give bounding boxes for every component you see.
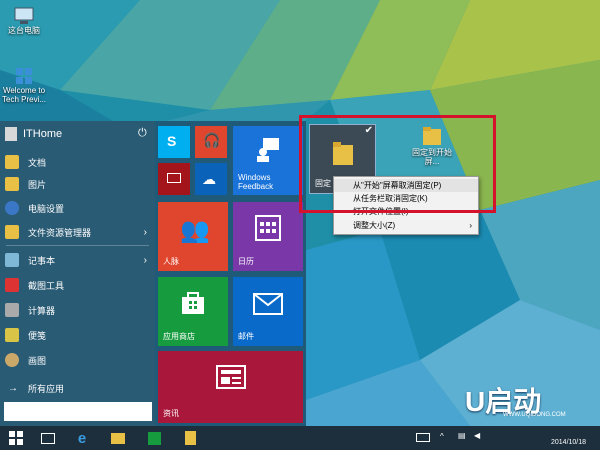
people-label: 人脉 — [163, 257, 179, 266]
arrow-right-icon: → — [8, 382, 18, 394]
welcome-label-line1: Welcome to — [2, 86, 46, 95]
folder-icon — [111, 432, 125, 444]
menu-item-label: 所有应用 — [28, 383, 65, 394]
snipping-tool-icon — [5, 278, 19, 292]
windows-logo-icon — [16, 68, 32, 84]
skype-icon: S — [167, 133, 177, 149]
taskbar: e ^ ▤ ◀ 2014/10/18 — [0, 426, 600, 450]
people-tile[interactable]: 👥 人脉 — [158, 202, 228, 271]
search-input[interactable] — [4, 402, 152, 421]
task-view-button[interactable] — [36, 426, 60, 450]
ie-icon: e — [77, 429, 87, 447]
start-menu-tiles: S 🎧 ☁ Windows Feedback 👥 人脉 日历 应用商店 邮件 资… — [155, 121, 306, 426]
volume-icon[interactable]: ◀ — [474, 431, 480, 440]
music-tile[interactable]: 🎧 — [195, 126, 227, 158]
menu-item-label: 截图工具 — [28, 280, 65, 291]
start-menu: ITHome ⏻ 文档 图片 电脑设置 文件资源管理器 › 记事本 › 截图工具 — [0, 121, 306, 426]
file-explorer-icon — [5, 225, 19, 239]
video-icon — [167, 173, 181, 183]
user-name: ITHome — [23, 128, 63, 140]
calculator-icon — [5, 303, 19, 317]
menu-item-label: 记事本 — [28, 255, 56, 266]
documents-icon — [5, 155, 19, 169]
cloud-icon: ☁ — [202, 171, 216, 187]
keyboard-icon[interactable] — [416, 433, 430, 442]
video-tile[interactable] — [158, 163, 190, 195]
chevron-right-icon[interactable]: › — [144, 227, 147, 238]
menu-item-pictures[interactable]: 图片 — [0, 173, 155, 195]
menu-item-label: 便笺 — [28, 330, 47, 341]
date-text[interactable]: 2014/10/18 — [551, 439, 586, 446]
network-icon[interactable]: ▤ — [458, 431, 466, 440]
menu-item-label: 图片 — [28, 179, 47, 190]
menu-item-documents[interactable]: 文档 — [0, 151, 155, 173]
store-label: 应用商店 — [163, 332, 195, 341]
start-button[interactable] — [0, 426, 32, 450]
file-explorer-button[interactable] — [106, 426, 130, 450]
start-menu-left-pane: ITHome ⏻ 文档 图片 电脑设置 文件资源管理器 › 记事本 › 截图工具 — [0, 121, 155, 426]
context-item-resize[interactable]: 调整大小(Z) › — [334, 219, 478, 232]
shopping-bag-icon — [182, 292, 204, 314]
welcome-desktop-icon[interactable]: Welcome to Tech Previ... — [2, 66, 46, 104]
folder-icon — [184, 431, 196, 445]
news-icon — [216, 365, 246, 389]
this-pc-label: 这台电脑 — [8, 26, 40, 35]
notepad-icon — [5, 253, 19, 267]
menu-item-notepad[interactable]: 记事本 › — [0, 249, 155, 271]
context-item-label: 调整大小(Z) — [353, 221, 396, 230]
chevron-up-icon[interactable]: ^ — [440, 432, 444, 441]
menu-item-paint[interactable]: 画图 — [0, 349, 155, 371]
paint-icon — [5, 353, 19, 367]
feedback-label: Windows Feedback — [238, 173, 274, 191]
menu-item-snipping-tool[interactable]: 截图工具 — [0, 274, 155, 296]
watermark-url: WWW.UQIDONG.COM — [503, 412, 566, 418]
windows-feedback-tile[interactable]: Windows Feedback — [233, 126, 303, 195]
chevron-right-icon[interactable]: › — [144, 255, 147, 266]
pinned-folder-button[interactable] — [178, 426, 202, 450]
internet-explorer-button[interactable]: e — [70, 426, 94, 450]
menu-item-calculator[interactable]: 计算器 — [0, 299, 155, 321]
calendar-tile[interactable]: 日历 — [233, 202, 303, 271]
divider — [6, 245, 149, 246]
menu-item-all-apps[interactable]: → 所有应用 — [0, 377, 155, 399]
store-tile[interactable]: 应用商店 — [158, 277, 228, 346]
mail-label: 邮件 — [238, 332, 254, 341]
chevron-right-icon: › — [469, 221, 472, 230]
feedback-icon — [257, 138, 279, 162]
avatar — [5, 127, 17, 141]
this-pc-desktop-icon[interactable]: 这台电脑 — [4, 6, 44, 35]
menu-item-label: 文档 — [28, 157, 47, 168]
watermark-logo: U启动 WWW.UQIDONG.COM — [455, 380, 600, 426]
people-icon: 👥 — [180, 217, 210, 244]
news-tile[interactable]: 资讯 — [158, 351, 303, 423]
onedrive-tile[interactable]: ☁ — [195, 163, 227, 195]
highlight-box — [299, 115, 496, 213]
mail-icon — [253, 293, 283, 315]
menu-item-label: 文件资源管理器 — [28, 227, 92, 238]
computer-icon — [14, 7, 34, 24]
calendar-label: 日历 — [238, 257, 254, 266]
power-icon[interactable]: ⏻ — [138, 127, 147, 140]
menu-item-label: 电脑设置 — [28, 203, 65, 214]
store-button[interactable] — [142, 426, 166, 450]
menu-item-file-explorer[interactable]: 文件资源管理器 › — [0, 221, 155, 243]
menu-item-label: 画图 — [28, 355, 47, 366]
task-view-icon — [41, 432, 55, 444]
menu-item-sticky-notes[interactable]: 便笺 — [0, 324, 155, 346]
skype-tile[interactable]: S — [158, 126, 190, 158]
store-icon — [147, 431, 161, 445]
mail-tile[interactable]: 邮件 — [233, 277, 303, 346]
menu-item-label: 计算器 — [28, 305, 56, 316]
headphones-icon: 🎧 — [203, 132, 221, 148]
news-label: 资讯 — [163, 409, 179, 418]
pictures-icon — [5, 177, 19, 191]
calendar-icon — [255, 215, 281, 241]
user-account[interactable]: ITHome — [5, 127, 62, 141]
menu-item-pc-settings[interactable]: 电脑设置 — [0, 197, 155, 219]
sticky-notes-icon — [5, 328, 19, 342]
gear-icon — [5, 201, 19, 215]
welcome-label-line2: Tech Previ... — [2, 95, 47, 104]
windows-logo-icon — [9, 431, 23, 445]
